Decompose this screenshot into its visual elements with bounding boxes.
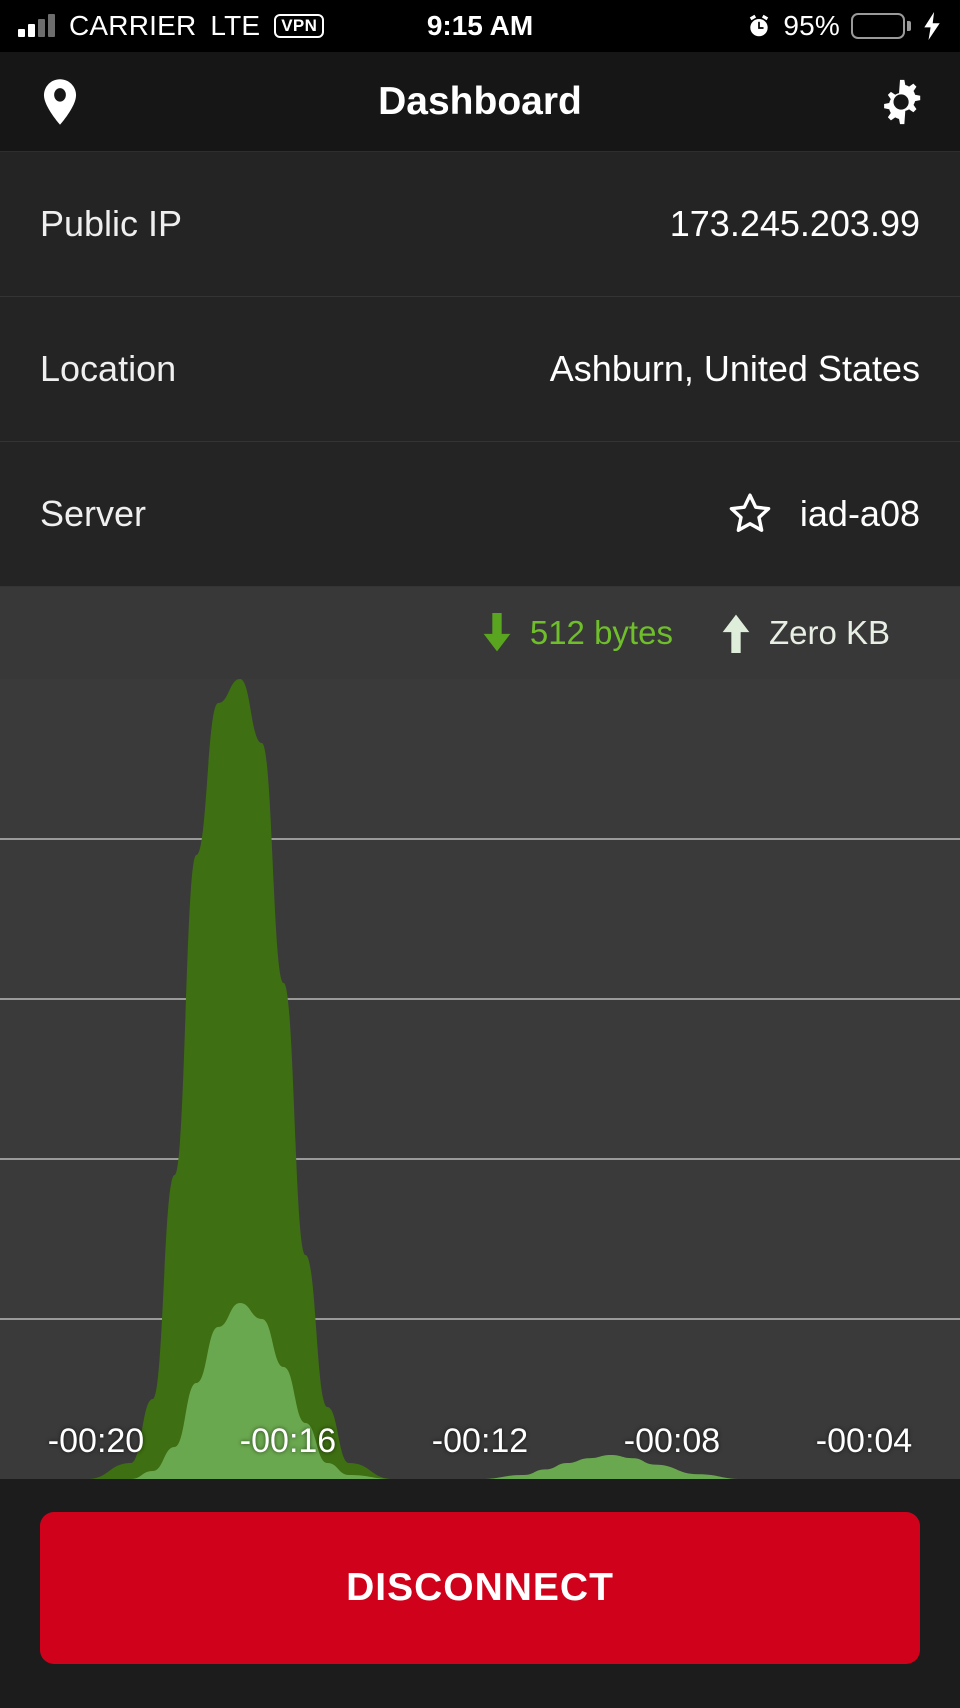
vpn-badge: VPN (274, 14, 325, 38)
clock-label: 9:15 AM (426, 10, 534, 41)
vpn-dashboard-screen: CARRIER LTE VPN 9:15 AM 95% Dashboard Pu… (0, 0, 960, 1708)
server-name-value: iad-a08 (799, 493, 920, 534)
traffic-chart-svg (0, 679, 960, 1479)
info-row-public-ip: Public IP 173.245.203.99 (0, 152, 960, 297)
location-pin-icon[interactable] (34, 76, 86, 128)
download-value: 512 bytes (529, 614, 673, 651)
upload-stat: Zero KB (719, 613, 890, 653)
navigation-bar: Dashboard (0, 52, 960, 152)
disconnect-button[interactable]: DISCONNECT (40, 1512, 920, 1664)
info-row-server[interactable]: Server iad-a08 (0, 442, 960, 587)
carrier-label: CARRIER (69, 10, 197, 41)
status-bar-right: 95% (746, 10, 942, 42)
cellular-signal-icon (18, 14, 55, 37)
favorite-star-icon[interactable] (726, 490, 774, 538)
gear-icon[interactable] (874, 76, 926, 128)
traffic-chart: -00:20 -00:16 -00:12 -00:08 -00:04 (0, 679, 960, 1479)
public-ip-value: 173.245.203.99 (669, 203, 920, 244)
server-label: Server (40, 493, 147, 534)
alarm-clock-icon (750, 14, 769, 37)
upload-arrow-icon (722, 614, 750, 653)
upload-value: Zero KB (768, 614, 890, 651)
server-value-group: iad-a08 (726, 490, 920, 538)
location-value: Ashburn, United States (549, 348, 920, 389)
info-row-location: Location Ashburn, United States (0, 297, 960, 442)
charging-bolt-icon (924, 12, 940, 40)
bottom-action-bar: DISCONNECT (0, 1479, 960, 1708)
download-arrow-icon (483, 613, 511, 652)
location-label: Location (40, 348, 177, 389)
traffic-stats-row: 512 bytes Zero KB (0, 587, 960, 679)
status-bar: CARRIER LTE VPN 9:15 AM 95% (0, 0, 960, 52)
connection-info-list: Public IP 173.245.203.99 Location Ashbur… (0, 152, 960, 587)
network-type-label: LTE (210, 10, 261, 41)
chart-series-download (0, 679, 960, 1479)
download-stat: 512 bytes (480, 613, 673, 653)
page-title: Dashboard (378, 79, 582, 123)
battery-icon (851, 13, 911, 39)
public-ip-label: Public IP (40, 203, 183, 244)
status-bar-left: CARRIER LTE VPN (18, 10, 325, 42)
battery-percent-label: 95% (783, 10, 840, 41)
